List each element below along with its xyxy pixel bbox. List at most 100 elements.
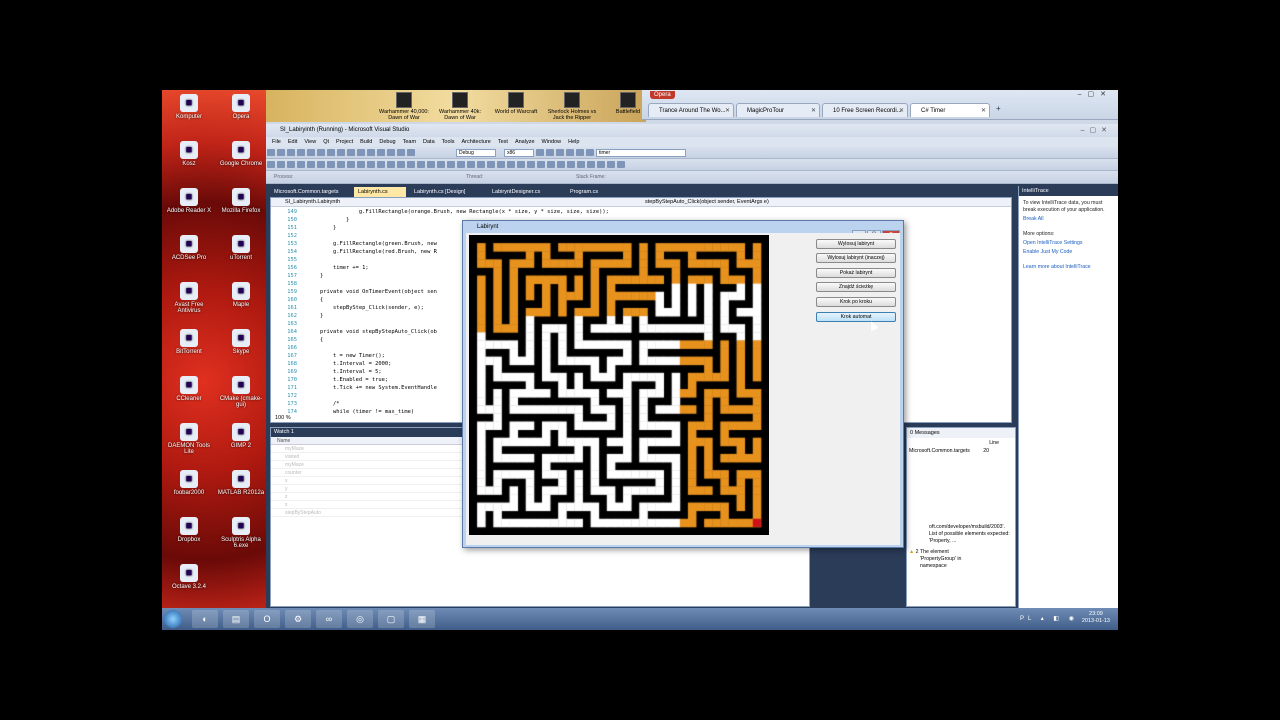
platform-select[interactable]: x86: [504, 149, 534, 157]
toolbar-icon[interactable]: [517, 161, 525, 168]
error-row[interactable]: ▲ 2 The element 'PropertyGroup' in names…: [909, 549, 1013, 570]
error-row[interactable]: Microsoft.Common.targets 20: [909, 448, 1013, 462]
desktop-shortcut[interactable]: ■ Sculptris Alpha 6.exe: [216, 517, 266, 549]
desktop-shortcut[interactable]: ■ CMake (cmake-gui): [216, 376, 266, 408]
toolbar-icon[interactable]: [557, 161, 565, 168]
toolbar-icon[interactable]: [437, 161, 445, 168]
desktop-shortcut[interactable]: ■ uTorrent: [216, 235, 266, 261]
tab-designer-cs[interactable]: LabiryntDesigner.cs: [488, 187, 540, 197]
toolbar-icon[interactable]: [397, 161, 405, 168]
toolbar-icon[interactable]: [307, 161, 315, 168]
menu-data[interactable]: Data: [423, 139, 435, 145]
toolbar-icon[interactable]: [367, 149, 375, 156]
break-all-link[interactable]: Break All: [1023, 216, 1114, 223]
language-indicator[interactable]: PL: [1020, 616, 1035, 622]
windows-explorer-icon[interactable]: ◐: [192, 610, 218, 628]
desktop-shortcut[interactable]: Warhammer 40k: Dawn of War: [432, 92, 488, 121]
desktop-shortcut[interactable]: ■ Maple: [216, 282, 266, 308]
toolbar-icon[interactable]: [387, 149, 395, 156]
error-row[interactable]: oft.com/developer/msbuild/2003'. List of…: [909, 524, 1013, 545]
tab-common-targets[interactable]: Microsoft.Common.targets: [270, 187, 339, 197]
generate-maze-button[interactable]: Wylosuj labirynt: [816, 239, 896, 249]
desktop-shortcut[interactable]: ■ Komputer: [164, 94, 214, 120]
desktop-shortcut[interactable]: ■ Octave 3.2.4: [164, 564, 214, 590]
opera-icon[interactable]: O: [254, 610, 280, 628]
toolbar-icon[interactable]: [617, 161, 625, 168]
toolbar-icon[interactable]: [297, 149, 305, 156]
desktop-shortcut[interactable]: ■ Dropbox: [164, 517, 214, 543]
toolbar-icon[interactable]: [327, 161, 335, 168]
toolbar-icon[interactable]: [497, 161, 505, 168]
opera-tab-1[interactable]: Trance Around The Wo... ✕: [648, 103, 734, 117]
opera-window-controls[interactable]: –▢✕: [1078, 90, 1112, 98]
toolbar-icon[interactable]: [567, 161, 575, 168]
toolbar-icon[interactable]: [407, 161, 415, 168]
desktop-shortcut[interactable]: ■ MATLAB R2012a: [216, 470, 266, 496]
menu-tools[interactable]: Tools: [442, 139, 455, 145]
desktop-shortcut[interactable]: Warhammer 40,000: Dawn of War: [376, 92, 432, 121]
toolbar-icon[interactable]: [377, 161, 385, 168]
menu-qt[interactable]: Qt: [323, 139, 329, 145]
show-maze-button[interactable]: Pokaż labirynt: [816, 268, 896, 278]
toolbar-icon[interactable]: [586, 149, 594, 156]
opera-tab-2[interactable]: MagicProTour ✕: [736, 103, 820, 117]
find-path-button[interactable]: Znajdź ścieżkę: [816, 282, 896, 292]
menu-window[interactable]: Window: [542, 139, 562, 145]
toolbar-icon[interactable]: [556, 149, 564, 156]
toolbar-icon[interactable]: [427, 161, 435, 168]
network-icon[interactable]: ⚙: [285, 610, 311, 628]
folder-icon[interactable]: ▤: [223, 610, 249, 628]
toolbar-icon[interactable]: [607, 161, 615, 168]
menu-test[interactable]: Test: [498, 139, 508, 145]
step-by-step-button[interactable]: Krok po kroku: [816, 297, 896, 307]
type-dropdown[interactable]: SI_Labirynth.Labirynth: [285, 198, 340, 207]
toolbar-icon[interactable]: [447, 161, 455, 168]
toolbar-icon[interactable]: [357, 149, 365, 156]
open-intellitrace-settings-link[interactable]: Open IntelliTrace Settings: [1023, 240, 1114, 247]
desktop-shortcut[interactable]: ■ Avast Free Antivirus: [164, 282, 214, 314]
toolbar-icon[interactable]: [507, 161, 515, 168]
opera-tab-4[interactable]: C# Timer ✕: [910, 103, 990, 117]
visual-studio-icon[interactable]: ∞: [316, 610, 342, 628]
messages-filter[interactable]: 0 Messages: [907, 428, 1015, 438]
learn-more-link[interactable]: Learn more about IntelliTrace: [1023, 264, 1114, 271]
opera-menu-button[interactable]: Opera: [650, 91, 675, 99]
toolbar-icon[interactable]: [327, 149, 335, 156]
toolbar-icon[interactable]: [347, 161, 355, 168]
close-icon[interactable]: ✕: [725, 104, 730, 117]
screen-icon[interactable]: ▢: [378, 610, 404, 628]
close-icon[interactable]: ✕: [811, 104, 816, 117]
toolbar-icon[interactable]: [527, 161, 535, 168]
desktop-shortcut[interactable]: ■ BitTorrent: [164, 329, 214, 355]
toolbar-icon[interactable]: [337, 149, 345, 156]
toolbar-icon[interactable]: [536, 149, 544, 156]
desktop-shortcut[interactable]: ■ Adobe Reader X: [164, 188, 214, 214]
toolbar-icon[interactable]: [587, 161, 595, 168]
close-icon[interactable]: ✕: [981, 104, 986, 117]
toolbar-icon[interactable]: [577, 161, 585, 168]
toolbar-icon[interactable]: [546, 149, 554, 156]
chrome-remote-icon[interactable]: ◎: [347, 610, 373, 628]
toolbar-icon[interactable]: [397, 149, 405, 156]
toolbar-icon[interactable]: [457, 161, 465, 168]
menu-team[interactable]: Team: [403, 139, 416, 145]
start-button[interactable]: [164, 610, 182, 628]
desktop-shortcut[interactable]: ■ CCleaner: [164, 376, 214, 402]
toolbar-icon[interactable]: [307, 149, 315, 156]
menu-debug[interactable]: Debug: [379, 139, 395, 145]
toolbar-icon[interactable]: [537, 161, 545, 168]
toolbar-icon[interactable]: [487, 161, 495, 168]
desktop-shortcut[interactable]: ■ Mozilla Firefox: [216, 188, 266, 214]
toolbar-icon[interactable]: [357, 161, 365, 168]
desktop-shortcut[interactable]: ■ Google Chrome: [216, 141, 266, 167]
toolbar-icon[interactable]: [337, 161, 345, 168]
system-tray[interactable]: PL ▴ ◧ ◉: [1020, 615, 1078, 622]
app-icon[interactable]: ▦: [409, 610, 435, 628]
menu-analyze[interactable]: Analyze: [515, 139, 535, 145]
toolbar-icon[interactable]: [407, 149, 415, 156]
toolbar-icon[interactable]: [287, 149, 295, 156]
clock[interactable]: 23:09 2013-01-13: [1082, 611, 1110, 625]
find-combo[interactable]: timer: [596, 149, 686, 157]
desktop-shortcut[interactable]: ■ DAEMON Tools Lite: [164, 423, 214, 455]
menu-architecture[interactable]: Architecture: [462, 139, 491, 145]
